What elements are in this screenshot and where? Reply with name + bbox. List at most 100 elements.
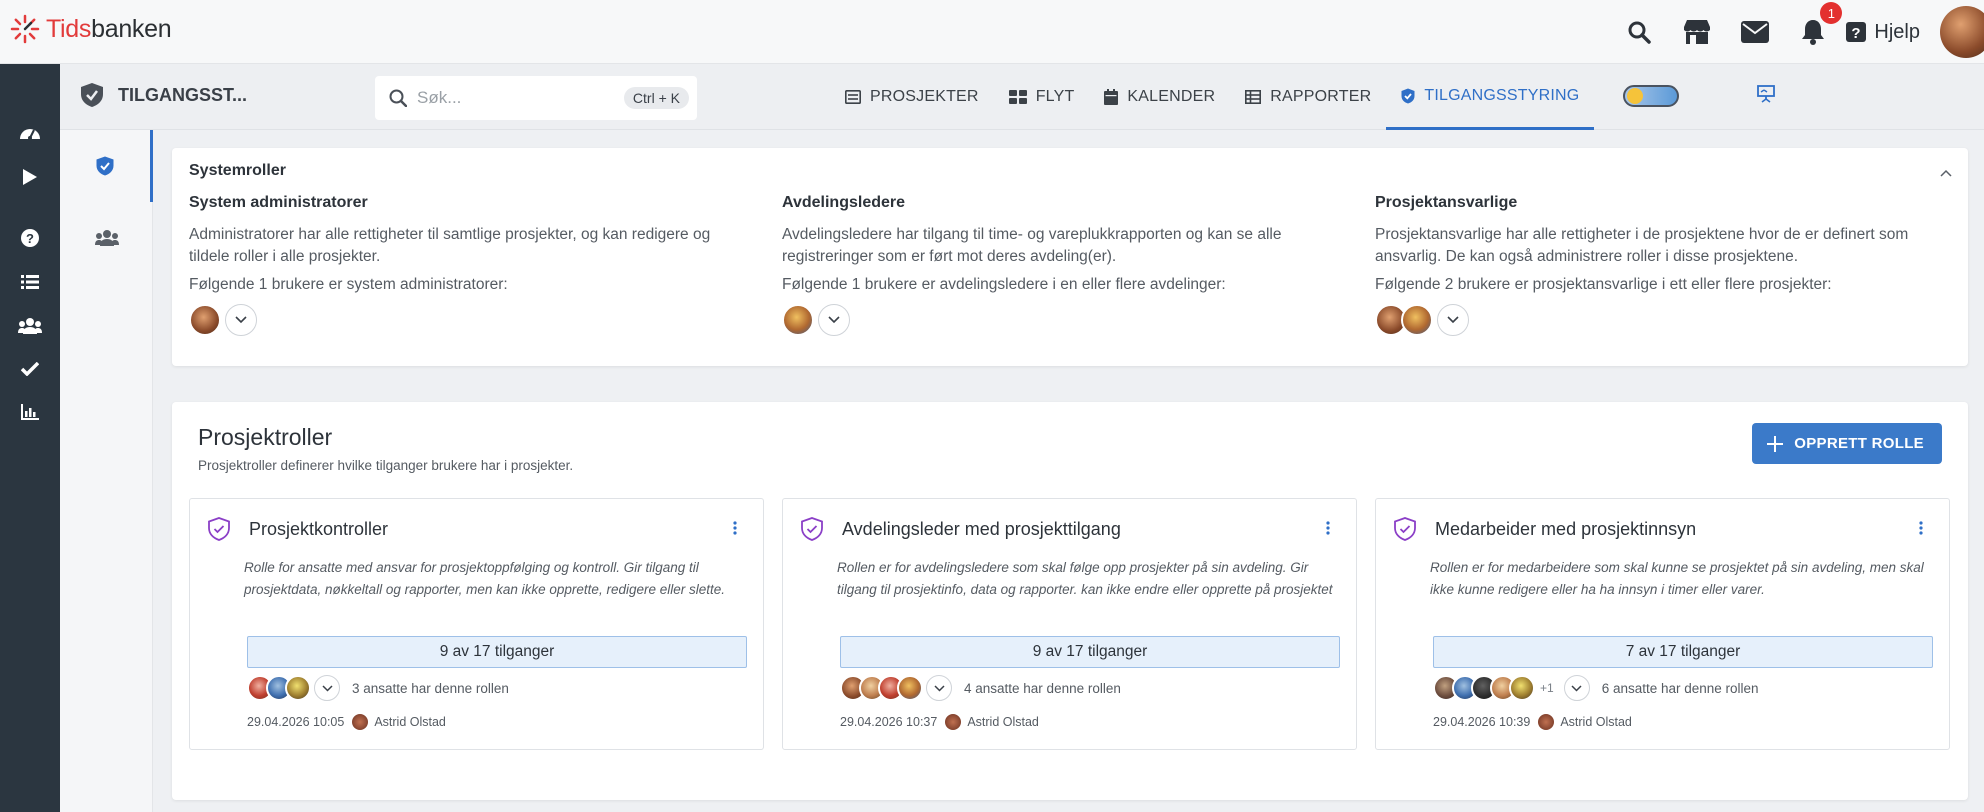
search-shortcut: Ctrl + K <box>623 87 689 109</box>
users-nav[interactable] <box>14 310 46 342</box>
shield-icon <box>81 83 103 107</box>
role-access-count[interactable]: 9 av 17 tilganger <box>247 636 747 668</box>
role-card[interactable]: Prosjektkontroller Rolle for ansatte med… <box>189 498 764 750</box>
create-role-button[interactable]: OPPRETT ROLLE <box>1752 423 1942 464</box>
left-nav: ? <box>0 64 60 812</box>
chart-nav[interactable] <box>14 396 46 428</box>
chevron-down-icon <box>321 684 333 692</box>
project-roles-panel: Prosjektroller Prosjektroller definerer … <box>172 402 1968 800</box>
tab-kalender[interactable]: KALENDER <box>1089 64 1230 130</box>
play-icon <box>23 169 37 185</box>
role-title: Prosjektkontroller <box>249 519 389 539</box>
logo[interactable]: Tidsbanken <box>10 14 172 44</box>
more-vertical-icon <box>1326 521 1330 535</box>
role-users: 3 ansatte har denne rollen <box>247 675 509 701</box>
search-button[interactable] <box>1610 0 1668 64</box>
expand-users-button[interactable] <box>225 304 257 336</box>
flow-icon <box>1008 90 1027 104</box>
role-author: Astrid Olstad <box>967 715 1039 729</box>
extra-users-count: +1 <box>1540 681 1554 695</box>
block-heading: System administratorer <box>189 194 368 211</box>
tab-flyt[interactable]: FLYT <box>994 64 1090 130</box>
check-nav[interactable] <box>14 353 46 385</box>
svg-text:?: ? <box>26 231 34 246</box>
notification-badge: 1 <box>1820 2 1843 24</box>
messages-button[interactable] <box>1726 0 1784 64</box>
avatar[interactable] <box>1401 304 1433 336</box>
search-icon <box>389 89 407 107</box>
expand-users-button[interactable] <box>818 304 850 336</box>
chevron-down-icon <box>1447 316 1459 324</box>
top-bar: Tidsbanken 1 ? Hjelp <box>0 0 1984 64</box>
tab-label: PROSJEKTER <box>870 88 979 105</box>
main-content: Systemroller System administratorer Admi… <box>153 130 1984 812</box>
block-description: Prosjektansvarlige har alle rettigheter … <box>1375 226 1909 265</box>
tab-rapporter[interactable]: RAPPORTER <box>1230 64 1386 130</box>
block-count: Følgende 1 brukere er system administrat… <box>189 276 508 293</box>
system-roles-title: Systemroller <box>189 162 286 179</box>
role-menu-button[interactable] <box>733 521 737 540</box>
expand-users-button[interactable] <box>314 675 340 701</box>
role-card[interactable]: Medarbeider med prosjektinnsyn Rollen er… <box>1375 498 1950 750</box>
avatar-group <box>189 304 749 336</box>
bell-icon <box>1802 20 1825 45</box>
role-menu-button[interactable] <box>1919 521 1923 540</box>
role-access-count[interactable]: 9 av 17 tilganger <box>840 636 1340 668</box>
avatar[interactable] <box>897 675 923 701</box>
role-author: Astrid Olstad <box>374 715 446 729</box>
presentation-button[interactable] <box>1757 85 1775 108</box>
shield-check-icon <box>1401 88 1415 103</box>
chevron-down-icon <box>933 684 945 692</box>
list-nav[interactable] <box>14 266 46 298</box>
author-avatar <box>1538 714 1555 730</box>
store-button[interactable] <box>1668 0 1726 64</box>
help-button[interactable]: ? Hjelp <box>1846 21 1920 44</box>
expand-users-button[interactable] <box>1563 675 1590 701</box>
svg-text:?: ? <box>1852 25 1861 42</box>
role-date: 29.04.2026 10:39 <box>1433 715 1531 729</box>
block-heading: Prosjektansvarlige <box>1375 194 1518 211</box>
search-input[interactable] <box>417 88 597 108</box>
role-title: Avdelingsleder med prosjekttilgang <box>842 519 1121 539</box>
avatar[interactable] <box>189 304 221 336</box>
main-tabs: PROSJEKTER FLYT KALENDER RAPPORTER TILGA… <box>830 64 1595 130</box>
role-users-text: 6 ansatte har denne rollen <box>1601 680 1759 696</box>
role-card[interactable]: Avdelingsleder med prosjekttilgang Rolle… <box>782 498 1357 750</box>
envelope-icon <box>1741 21 1770 43</box>
sidenav-roles[interactable] <box>60 130 153 202</box>
plus-icon <box>1767 435 1784 452</box>
tab-label: KALENDER <box>1127 88 1216 105</box>
tab-prosjekter[interactable]: PROSJEKTER <box>830 64 994 130</box>
dashboard-nav[interactable] <box>14 116 46 148</box>
search-box[interactable]: Ctrl + K <box>375 76 697 120</box>
play-nav[interactable] <box>14 161 46 193</box>
block-heading: Avdelingsledere <box>782 194 906 211</box>
chevron-down-icon <box>235 316 247 324</box>
theme-toggle[interactable] <box>1623 85 1679 107</box>
avatar[interactable] <box>1509 675 1535 701</box>
role-menu-button[interactable] <box>1326 521 1330 540</box>
profile-avatar[interactable] <box>1940 6 1984 58</box>
collapse-button[interactable] <box>1940 164 1952 182</box>
expand-users-button[interactable] <box>926 675 952 701</box>
sun-icon <box>1627 88 1643 104</box>
role-meta: 29.04.2026 10:05 Astrid Olstad <box>247 714 446 730</box>
avatar[interactable] <box>285 675 311 701</box>
dashboard-icon <box>20 129 40 140</box>
tab-tilgangsstyring[interactable]: TILGANGSSTYRING <box>1386 64 1595 130</box>
role-access-count[interactable]: 7 av 17 tilganger <box>1433 636 1933 668</box>
author-avatar <box>352 714 369 730</box>
logo-text: Tidsbanken <box>46 14 172 43</box>
sidenav-users[interactable] <box>60 202 153 274</box>
role-title: Medarbeider med prosjektinnsyn <box>1435 519 1697 539</box>
help-nav[interactable]: ? <box>14 222 46 254</box>
role-users: 4 ansatte har denne rollen <box>840 675 1121 701</box>
notifications-button[interactable]: 1 <box>1784 0 1843 64</box>
users-icon <box>94 230 119 246</box>
avatar[interactable] <box>782 304 814 336</box>
check-icon <box>21 362 39 376</box>
tab-label: RAPPORTER <box>1270 88 1372 105</box>
expand-users-button[interactable] <box>1437 304 1469 336</box>
calendar-icon <box>1104 89 1119 105</box>
shield-check-icon <box>1394 517 1416 541</box>
